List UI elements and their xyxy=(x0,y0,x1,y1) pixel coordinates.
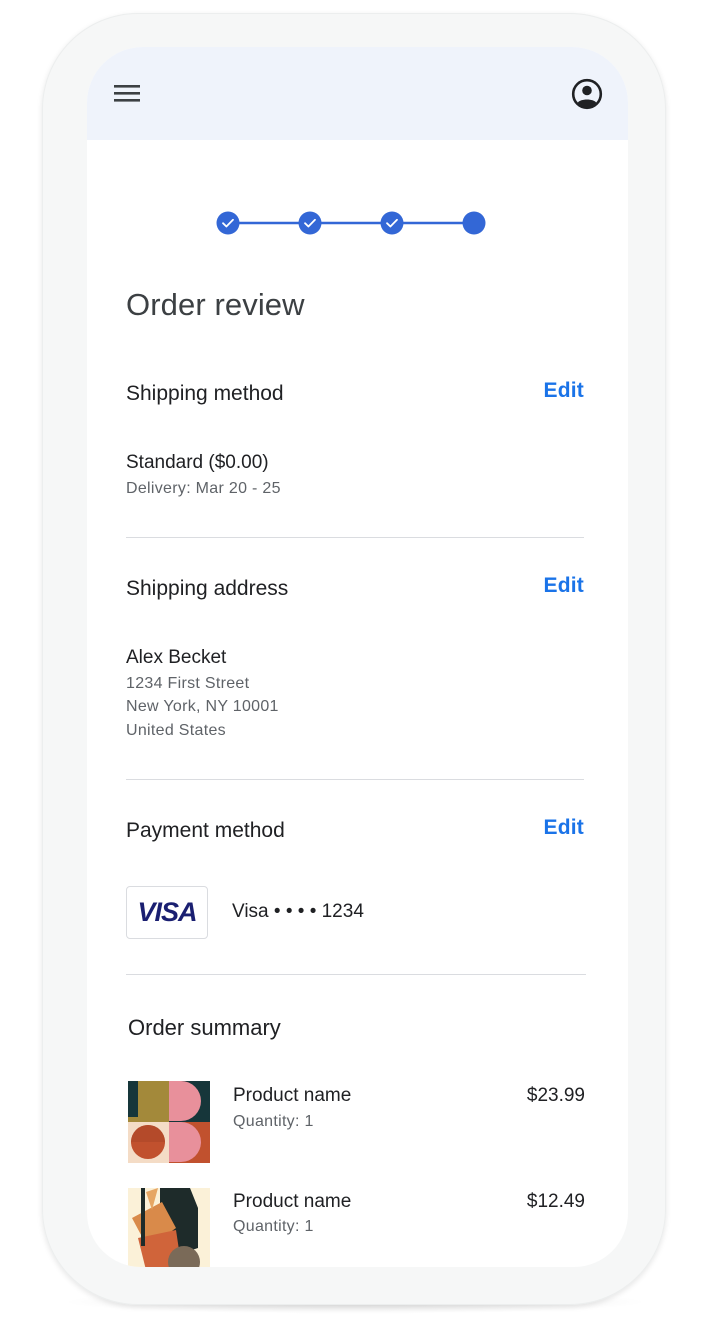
app-screen: Order review Shipping method Edit Standa… xyxy=(87,47,628,1267)
address-country: United States xyxy=(126,722,226,739)
edit-shipping-address-button[interactable]: Edit xyxy=(544,574,584,598)
address-line-1: 1234 First Street xyxy=(126,675,250,692)
edit-shipping-method-button[interactable]: Edit xyxy=(544,379,584,403)
card-label: Visa • • • • 1234 xyxy=(232,901,364,922)
delivery-window: Delivery: Mar 20 - 25 xyxy=(126,480,281,497)
divider xyxy=(126,537,584,538)
product-name: Product name xyxy=(233,1191,352,1212)
page-title: Order review xyxy=(126,287,305,322)
product-quantity: Quantity: 1 xyxy=(233,1113,314,1130)
abstract-art-image xyxy=(128,1081,210,1163)
product-price: $12.49 xyxy=(526,1191,585,1212)
shipping-address-heading: Shipping address xyxy=(126,577,289,600)
order-summary-heading: Order summary xyxy=(128,1015,281,1040)
payment-method-heading: Payment method xyxy=(126,819,285,842)
product-thumbnail-1 xyxy=(128,1081,210,1163)
visa-card-logo: VISA xyxy=(126,886,208,939)
shipping-option: Standard ($0.00) xyxy=(126,452,269,473)
divider xyxy=(126,974,586,975)
divider xyxy=(126,779,584,780)
step-1-complete xyxy=(216,211,240,235)
visa-logo-text: VISA xyxy=(137,897,197,927)
account-circle-icon[interactable] xyxy=(571,78,603,110)
product-name: Product name xyxy=(233,1085,352,1106)
step-3-complete xyxy=(380,211,404,235)
address-name: Alex Becket xyxy=(126,647,227,668)
address-line-2: New York, NY 10001 xyxy=(126,698,279,715)
product-thumbnail-2 xyxy=(128,1188,210,1267)
abstract-art-image xyxy=(128,1188,210,1267)
product-quantity: Quantity: 1 xyxy=(233,1218,314,1235)
step-4-current xyxy=(462,211,486,235)
product-price: $23.99 xyxy=(526,1085,585,1106)
hamburger-menu-icon[interactable] xyxy=(113,81,141,105)
edit-payment-method-button[interactable]: Edit xyxy=(544,816,584,840)
checkout-progress-stepper xyxy=(216,211,486,235)
shipping-method-heading: Shipping method xyxy=(126,382,284,405)
step-2-complete xyxy=(298,211,322,235)
app-bar xyxy=(87,47,628,140)
